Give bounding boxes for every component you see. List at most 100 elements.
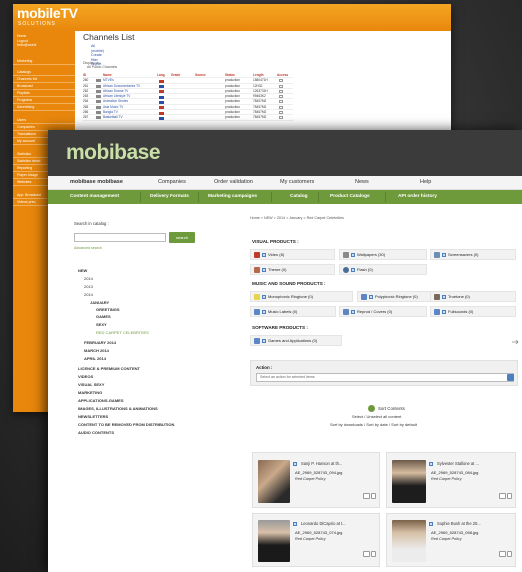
nav-content-management[interactable]: Content management	[70, 194, 119, 199]
checkbox[interactable]	[351, 309, 355, 314]
product-monophonic[interactable]: Monophonic Ringtone (0)	[250, 291, 353, 302]
search-button[interactable]: search	[169, 232, 195, 243]
checkbox[interactable]	[262, 294, 266, 299]
cell-name[interactable]: Basketball TV	[103, 115, 123, 120]
checkbox[interactable]	[262, 267, 266, 272]
edit-icon[interactable]	[279, 84, 283, 88]
tree-january[interactable]: JANUARY	[90, 300, 109, 305]
checkbox[interactable]	[442, 294, 446, 299]
add-to-cart-icon[interactable]	[499, 493, 506, 499]
content-thumbnail[interactable]	[392, 460, 426, 503]
content-card[interactable]: Sophie Bush at the 20... AE_2969_528743_…	[386, 513, 516, 567]
nav-my-customers[interactable]: My customers	[280, 179, 314, 185]
product-fullsounds[interactable]: Fullsounds (0)	[430, 306, 516, 317]
nav-companies[interactable]: Companies	[158, 179, 186, 185]
mobibase-logo[interactable]: mobibase	[66, 141, 161, 165]
tree-2014-b[interactable]: 2014	[84, 292, 93, 297]
product-video[interactable]: Video (8)	[250, 249, 335, 260]
sort-options[interactable]: Sort by downloads / Sort by date / Sort …	[330, 422, 417, 427]
card-title[interactable]: Sylvester Stallone at ...	[437, 461, 479, 466]
tree-sexy[interactable]: SEXY	[96, 322, 107, 327]
sidebar-item[interactable]: Programs	[13, 97, 75, 104]
tree-2013[interactable]: 2013	[84, 284, 93, 289]
edit-icon[interactable]	[279, 79, 283, 83]
product-wallpapers[interactable]: Wallpapers (30)	[339, 249, 427, 260]
display-value[interactable]: All Public Channels	[83, 65, 117, 69]
checkbox[interactable]	[442, 252, 446, 257]
info-icon[interactable]	[507, 493, 512, 499]
add-to-cart-icon[interactable]	[363, 493, 370, 499]
edit-icon[interactable]	[279, 116, 283, 120]
card-title[interactable]: Leonardo DiCaprio at t...	[301, 521, 346, 526]
edit-icon[interactable]	[279, 95, 283, 99]
tree-licence[interactable]: LICENCE & PREMIUM CONTENT	[78, 366, 140, 371]
sidebar-item[interactable]: Users	[13, 117, 75, 124]
tree-marketing[interactable]: MARKETING	[78, 390, 102, 395]
add-to-cart-icon[interactable]	[363, 551, 370, 557]
arrow-right-icon[interactable]	[512, 339, 520, 345]
edit-icon[interactable]	[279, 111, 283, 115]
checkbox[interactable]	[351, 267, 355, 272]
add-to-cart-icon[interactable]	[499, 551, 506, 557]
nav-news[interactable]: News	[355, 179, 369, 185]
sidebar-item[interactable]: Playlists	[13, 90, 75, 97]
card-title[interactable]: Sanji P. Hanson at th...	[301, 461, 342, 466]
checkbox[interactable]	[369, 294, 373, 299]
checkbox[interactable]	[293, 522, 297, 526]
content-thumbnail[interactable]	[258, 520, 290, 562]
nav-api-order-history[interactable]: API order history	[398, 194, 437, 199]
tree-remove[interactable]: CONTENT TO BE REMOVED FROM DISTRIBUTION	[78, 422, 174, 427]
tree-videos[interactable]: VIDEOS	[78, 374, 93, 379]
checkbox[interactable]	[262, 309, 266, 314]
info-icon[interactable]	[507, 551, 512, 557]
tree-new[interactable]: NEW	[78, 268, 87, 273]
tree-2014[interactable]: 2014	[84, 276, 93, 281]
checkbox[interactable]	[429, 462, 433, 466]
tree-games[interactable]: GAMES	[96, 314, 111, 319]
select-all-link[interactable]: Select / Unselect all content	[352, 414, 401, 419]
content-thumbnail[interactable]	[392, 520, 426, 562]
sidebar-item[interactable]: Advertising	[13, 104, 75, 111]
info-icon[interactable]	[371, 493, 376, 499]
tree-applications[interactable]: APPLICATIONS-GAMES	[78, 398, 123, 403]
table-row[interactable]: 267 Basketball TV production 78457M2	[83, 115, 293, 121]
nav-order-validation[interactable]: Order validation	[214, 179, 253, 185]
sidebar-item[interactable]: Marketing	[13, 58, 75, 65]
product-flash[interactable]: Flash (0)	[339, 264, 427, 275]
nav-catalog[interactable]: Catalog	[290, 194, 308, 199]
sidebar-item[interactable]: Broadcast	[13, 83, 75, 90]
edit-icon[interactable]	[279, 105, 283, 109]
tree-images[interactable]: IMAGES, ILLUSTRATIONS & ANIMATIONS	[78, 406, 158, 411]
content-card[interactable]: Leonardo DiCaprio at t... AE_2969_528743…	[252, 513, 380, 567]
advanced-search-link[interactable]: Advanced search	[74, 246, 102, 250]
product-games-apps[interactable]: Games and Applications (0)	[250, 335, 342, 346]
action-select[interactable]: Select an action for selected items	[256, 373, 514, 382]
content-card[interactable]: Sanji P. Hanson at th... AE_2969_528743_…	[252, 452, 380, 508]
search-input[interactable]	[74, 233, 166, 242]
info-icon[interactable]	[371, 551, 376, 557]
checkbox[interactable]	[442, 309, 446, 314]
product-reprod-covers[interactable]: Reprod / Covers (0)	[339, 306, 427, 317]
edit-icon[interactable]	[279, 89, 283, 93]
tree-march[interactable]: MARCH 2014	[84, 348, 109, 353]
checkbox[interactable]	[351, 252, 355, 257]
content-card[interactable]: Sylvester Stallone at ... AE_2969_528743…	[386, 452, 516, 508]
product-truetone[interactable]: Truetone (0)	[430, 291, 516, 302]
nav-delivery-formats[interactable]: Delivery Formats	[150, 194, 189, 199]
checkbox[interactable]	[262, 338, 266, 343]
checkbox[interactable]	[293, 462, 297, 466]
tree-visual-sexy[interactable]: VISUAL SEXY	[78, 382, 104, 387]
checkbox[interactable]	[262, 252, 266, 257]
product-theme[interactable]: Theme (0)	[250, 264, 335, 275]
breadcrumb[interactable]: Home > NEW > 2014 > January > Red Carpet…	[250, 216, 344, 220]
nav-help[interactable]: Help	[420, 179, 431, 185]
sidebar-item[interactable]: Catalogs	[13, 69, 75, 76]
tree-april[interactable]: APRIL 2014	[84, 356, 106, 361]
tree-red-carpet[interactable]: RED CARPET CELEBRITIES	[96, 330, 149, 335]
sidebar-item[interactable]: Channels list	[13, 76, 75, 83]
tree-audio[interactable]: AUDIO CONTENTS	[78, 430, 114, 435]
checkbox[interactable]	[429, 522, 433, 526]
link-all[interactable]: All (mobile)	[91, 44, 104, 53]
edit-icon[interactable]	[279, 100, 283, 104]
select-dropdown-icon[interactable]	[507, 374, 514, 381]
